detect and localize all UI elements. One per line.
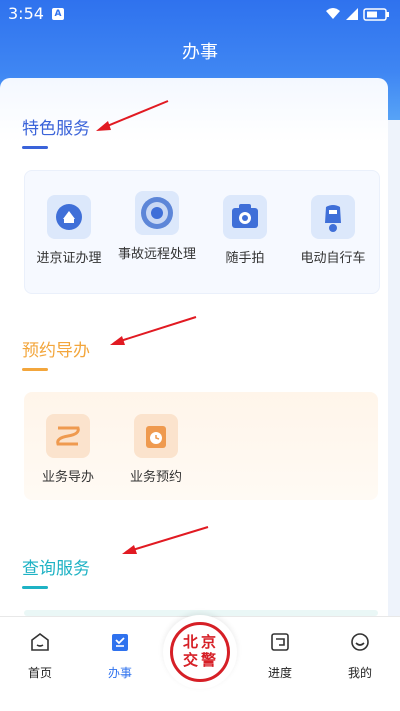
center-logo-button[interactable]: 北 京 交 警: [163, 615, 237, 689]
scooter-icon: [311, 195, 355, 239]
service-item-booking[interactable]: 业务预约: [113, 414, 199, 488]
service-label: 进京证办理: [36, 251, 102, 266]
nav-label: 首页: [27, 666, 52, 680]
police-badge-icon: [135, 191, 179, 235]
service-label: 事故远程处理: [117, 247, 196, 262]
arrow-annotation: [122, 526, 209, 554]
arrow-annotation: [96, 100, 169, 131]
section-underline: [22, 586, 48, 589]
camera-icon: [223, 195, 267, 239]
service-label: 业务预约: [129, 470, 182, 485]
nav-label: 办事: [107, 666, 132, 680]
section-underline: [22, 146, 48, 149]
page-title: 办事: [182, 42, 218, 63]
service-label: 电动自行车: [300, 251, 366, 266]
section-title-special: 特色服务: [22, 119, 90, 139]
service-item-snapshot[interactable]: 随手拍: [202, 195, 288, 269]
service-item-accident[interactable]: 事故远程处理: [114, 191, 200, 265]
battery-icon: [363, 8, 389, 21]
nav-label: 我的: [347, 666, 372, 680]
service-label: 随手拍: [225, 251, 265, 266]
clock-icon: [134, 414, 178, 458]
beijing-traffic-police-seal: 北 京 交 警: [170, 622, 230, 682]
status-icons: [324, 6, 392, 26]
nav-label: 进度: [267, 666, 292, 680]
section-title-query: 查询服务: [22, 559, 90, 579]
service-item-guidance[interactable]: 业务导办: [25, 414, 111, 488]
nav-progress[interactable]: 进度: [250, 631, 310, 681]
home-icon: [31, 633, 49, 651]
signal-icon: [346, 8, 358, 20]
nav-home[interactable]: 首页: [10, 631, 70, 681]
nav-banshi[interactable]: 办事: [90, 631, 150, 681]
wifi-icon: [326, 8, 340, 19]
status-time: 3:54: [8, 4, 44, 23]
service-label: 业务导办: [41, 470, 94, 485]
app-notification-icon: A: [52, 8, 64, 20]
service-item-jinjingzheng[interactable]: 进京证办理: [26, 195, 112, 269]
appointment-panel: 业务导办 业务预约: [24, 392, 378, 500]
progress-icon: [271, 633, 289, 651]
smile-icon: [351, 633, 369, 651]
route-icon: [46, 414, 90, 458]
status-bar: 3:54 A: [0, 0, 400, 30]
section-title-appointment: 预约导办: [22, 341, 90, 361]
bottom-nav: 首页 办事 北 京 交 警 进度 我的: [0, 615, 400, 711]
nav-mine[interactable]: 我的: [330, 631, 390, 681]
main-card: 特色服务 进京证办理 事故远程处理 随手拍 电动自行车 预约导办 业务导办 业务…: [0, 78, 388, 616]
arrow-annotation: [110, 316, 197, 345]
service-item-ebike[interactable]: 电动自行车: [290, 195, 376, 269]
special-services-panel: 进京证办理 事故远程处理 随手拍 电动自行车: [24, 170, 380, 294]
permit-icon: [47, 195, 91, 239]
section-underline: [22, 368, 48, 371]
task-icon: [112, 634, 128, 651]
